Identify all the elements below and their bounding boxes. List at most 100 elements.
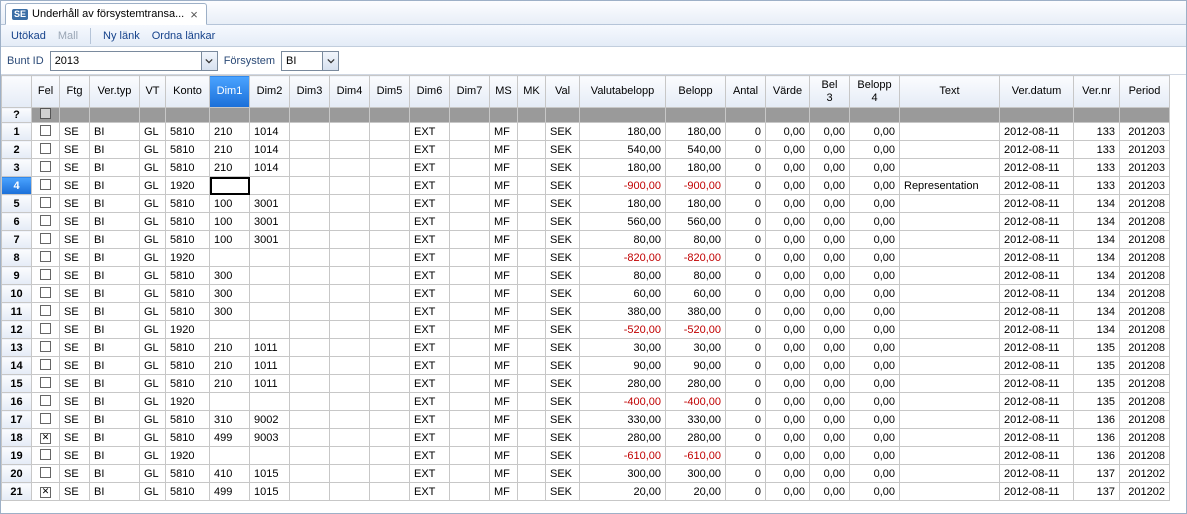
cell-period[interactable]: 201202 [1120,483,1170,501]
cell-valutabelopp[interactable]: 560,00 [580,213,666,231]
column-header-dim6[interactable]: Dim6 [410,76,450,108]
cell-belopp[interactable]: -520,00 [666,321,726,339]
cell-vertyp[interactable]: BI [90,285,140,303]
cell-dim5[interactable] [370,429,410,447]
cell-varde[interactable]: 0,00 [766,465,810,483]
cell-text[interactable] [900,213,1000,231]
cell-text[interactable] [900,123,1000,141]
cell-mk[interactable] [518,231,546,249]
filter-cell-dim2[interactable] [250,108,290,123]
cell-antal[interactable]: 0 [726,411,766,429]
cell-vernr[interactable]: 135 [1074,375,1120,393]
cell-period[interactable]: 201203 [1120,159,1170,177]
close-icon[interactable]: × [188,7,200,22]
cell-period[interactable]: 201208 [1120,231,1170,249]
cell-bel4[interactable]: 0,00 [850,249,900,267]
fel-checkbox[interactable] [40,449,51,460]
cell-dim6[interactable]: EXT [410,483,450,501]
cell-antal[interactable]: 0 [726,123,766,141]
cell-bel4[interactable]: 0,00 [850,339,900,357]
cell-belopp[interactable]: -820,00 [666,249,726,267]
cell-dim3[interactable] [290,429,330,447]
cell-vernr[interactable]: 136 [1074,429,1120,447]
cell-bel4[interactable]: 0,00 [850,411,900,429]
filter-cell-bel3[interactable] [810,108,850,123]
cell-dim6[interactable]: EXT [410,267,450,285]
cell-dim5[interactable] [370,159,410,177]
cell-dim6[interactable]: EXT [410,249,450,267]
cell-val[interactable]: SEK [546,123,580,141]
cell-period[interactable]: 201203 [1120,123,1170,141]
cell-dim4[interactable] [330,321,370,339]
cell-dim1[interactable]: 210 [210,357,250,375]
cell-text[interactable] [900,375,1000,393]
cell-val[interactable]: SEK [546,249,580,267]
cell-varde[interactable]: 0,00 [766,141,810,159]
table-row[interactable]: 19SEBIGL1920EXTMFSEK-610,00-610,0000,000… [2,447,1170,465]
cell-text[interactable] [900,339,1000,357]
cell-dim1[interactable]: 210 [210,141,250,159]
cell-bel3[interactable]: 0,00 [810,393,850,411]
cell-mk[interactable] [518,411,546,429]
cell-dim7[interactable] [450,483,490,501]
cell-text[interactable] [900,321,1000,339]
cell-bel3[interactable]: 0,00 [810,429,850,447]
cell-ms[interactable]: MF [490,411,518,429]
cell-rownum[interactable]: 8 [2,249,32,267]
cell-dim7[interactable] [450,141,490,159]
cell-mk[interactable] [518,447,546,465]
toolbar-utokad[interactable]: Utökad [7,28,50,44]
cell-val[interactable]: SEK [546,177,580,195]
cell-dim5[interactable] [370,195,410,213]
cell-dim1[interactable]: 210 [210,123,250,141]
table-row[interactable]: 3SEBIGL58102101014EXTMFSEK180,00180,0000… [2,159,1170,177]
cell-dim2[interactable]: 1014 [250,159,290,177]
cell-bel3[interactable]: 0,00 [810,465,850,483]
cell-dim7[interactable] [450,267,490,285]
fel-checkbox[interactable] [40,323,51,334]
column-header-varde[interactable]: Värde [766,76,810,108]
cell-fel[interactable] [32,159,60,177]
cell-mk[interactable] [518,267,546,285]
cell-konto[interactable]: 5810 [166,123,210,141]
filter-cell-varde[interactable] [766,108,810,123]
cell-konto[interactable]: 5810 [166,465,210,483]
cell-dim4[interactable] [330,429,370,447]
cell-verdatum[interactable]: 2012-08-11 [1000,321,1074,339]
cell-fel[interactable] [32,249,60,267]
cell-konto[interactable]: 5810 [166,285,210,303]
cell-bel4[interactable]: 0,00 [850,447,900,465]
forsystem-combo[interactable] [281,51,339,71]
toolbar-ordna[interactable]: Ordna länkar [148,28,220,44]
cell-vertyp[interactable]: BI [90,249,140,267]
cell-vernr[interactable]: 136 [1074,411,1120,429]
cell-varde[interactable]: 0,00 [766,285,810,303]
cell-dim5[interactable] [370,267,410,285]
cell-dim6[interactable]: EXT [410,177,450,195]
cell-dim3[interactable] [290,177,330,195]
cell-vertyp[interactable]: BI [90,447,140,465]
cell-dim5[interactable] [370,465,410,483]
cell-rownum[interactable]: 21 [2,483,32,501]
cell-varde[interactable]: 0,00 [766,429,810,447]
cell-vernr[interactable]: 134 [1074,321,1120,339]
cell-ms[interactable]: MF [490,123,518,141]
cell-verdatum[interactable]: 2012-08-11 [1000,285,1074,303]
cell-vertyp[interactable]: BI [90,303,140,321]
cell-dim4[interactable] [330,159,370,177]
cell-dim6[interactable]: EXT [410,321,450,339]
cell-konto[interactable]: 5810 [166,213,210,231]
cell-dim1[interactable]: 210 [210,375,250,393]
cell-mk[interactable] [518,123,546,141]
fel-checkbox[interactable] [40,233,51,244]
cell-vt[interactable]: GL [140,393,166,411]
cell-dim1[interactable] [210,447,250,465]
cell-vertyp[interactable]: BI [90,177,140,195]
cell-bel3[interactable]: 0,00 [810,357,850,375]
cell-val[interactable]: SEK [546,231,580,249]
cell-varde[interactable]: 0,00 [766,303,810,321]
filter-cell-text[interactable] [900,108,1000,123]
cell-bel3[interactable]: 0,00 [810,213,850,231]
cell-belopp[interactable]: 300,00 [666,465,726,483]
cell-vertyp[interactable]: BI [90,393,140,411]
